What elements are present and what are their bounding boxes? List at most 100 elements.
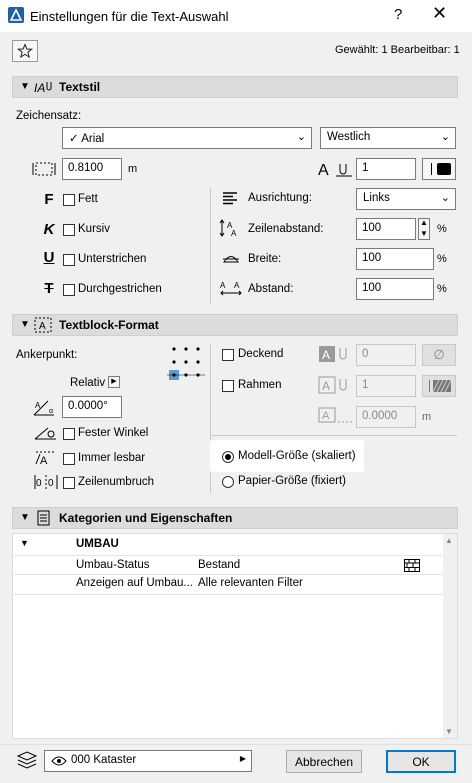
property-value: Bestand xyxy=(198,559,241,571)
svg-text:IA: IA xyxy=(34,81,45,95)
align-left-icon xyxy=(223,192,237,205)
svg-text:A: A xyxy=(231,229,237,237)
unterstrichen-checkbox[interactable] xyxy=(63,254,75,266)
scroll-down-icon: ▼ xyxy=(445,727,453,736)
svg-text:A: A xyxy=(318,162,329,178)
percent-unit: % xyxy=(437,223,447,235)
relativ-menu-button[interactable]: ▶ xyxy=(108,376,120,388)
ausrichtung-value: Links xyxy=(363,192,390,204)
text-style-icon: IA xyxy=(34,81,52,95)
ok-button[interactable]: OK xyxy=(386,750,456,773)
empty-set-icon: ∅ xyxy=(433,347,445,362)
help-button[interactable]: ? xyxy=(394,6,402,23)
section-title: Kategorien und Eigenschaften xyxy=(59,511,233,525)
pen-color-swatch[interactable] xyxy=(422,158,456,180)
relativ-label: Relativ xyxy=(70,377,106,389)
underline-icon: U xyxy=(43,249,55,266)
angle-input[interactable]: 0.0000° xyxy=(62,396,122,418)
tree-row[interactable]: Umbau-Status Bestand xyxy=(14,555,442,575)
modell-groesse-radio[interactable] xyxy=(222,451,234,463)
layers-icon xyxy=(16,751,38,769)
papier-groesse-radio[interactable] xyxy=(222,476,234,488)
close-button[interactable]: ✕ xyxy=(432,3,447,24)
script-select[interactable]: Westlich ⌄ xyxy=(320,127,456,149)
svg-text:A: A xyxy=(322,348,330,362)
cancel-button[interactable]: Abbrechen xyxy=(286,750,362,773)
font-select[interactable]: ✓ Arial ⌄ xyxy=(62,127,312,149)
fett-checkbox[interactable] xyxy=(63,194,75,206)
strikethrough-icon: T xyxy=(44,280,54,297)
frame-offset-icon: A xyxy=(318,407,352,423)
kursiv-checkbox[interactable] xyxy=(63,224,75,236)
section-textstil[interactable]: ▼ IA Textstil xyxy=(12,76,458,98)
footer-divider xyxy=(0,744,472,745)
word-wrap-icon: 00 xyxy=(34,475,58,489)
text-size-unit: m xyxy=(128,163,138,175)
zeilenumbruch-label: Zeilenumbruch xyxy=(78,476,155,488)
abstand-input[interactable]: 100 xyxy=(356,278,434,300)
fill-pen-icon: A xyxy=(319,346,347,362)
favorites-button[interactable] xyxy=(12,40,38,62)
archicad-app-icon xyxy=(8,7,24,23)
abstand-label: Abstand: xyxy=(248,283,294,295)
frame-pattern-button[interactable] xyxy=(422,375,456,397)
frame-offset-input[interactable]: 0.0000 xyxy=(356,406,416,428)
breite-label: Breite: xyxy=(248,253,282,265)
ausrichtung-select[interactable]: Links ⌄ xyxy=(356,188,456,210)
zeilenabstand-input[interactable]: 100 xyxy=(356,218,416,240)
tree-scrollbar[interactable]: ▲ ▼ xyxy=(443,534,457,738)
property-name: Umbau-Status xyxy=(76,559,150,571)
anchor-point-grid[interactable] xyxy=(166,345,206,381)
svg-text:α: α xyxy=(49,408,53,415)
section-textblock-format[interactable]: ▼ A Textblock-Format xyxy=(12,314,458,336)
zeilenabstand-label: Zeilenabstand: xyxy=(248,223,324,235)
percent-unit: % xyxy=(437,283,447,295)
window-title: Einstellungen für die Text-Auswahl xyxy=(30,9,229,24)
eye-icon xyxy=(51,756,67,766)
horizontal-divider xyxy=(211,435,457,436)
hatch-pattern-icon xyxy=(429,380,451,392)
breite-input[interactable]: 100 xyxy=(356,248,434,270)
immer-lesbar-label: Immer lesbar xyxy=(78,452,146,464)
fester-winkel-checkbox[interactable] xyxy=(63,428,75,440)
pen-input[interactable]: 1 xyxy=(356,158,416,180)
chevron-down-icon: ⌄ xyxy=(296,131,306,143)
svg-text:A: A xyxy=(220,281,226,290)
deckend-label: Deckend xyxy=(238,348,284,360)
rahmen-pen-input[interactable]: 1 xyxy=(356,375,416,397)
collapse-triangle-icon: ▼ xyxy=(20,319,30,330)
deckend-pen-input[interactable]: 0 xyxy=(356,344,416,366)
fill-pattern-button[interactable]: ∅ xyxy=(422,344,456,366)
tree-group-row[interactable]: ▼ UMBAU xyxy=(14,535,442,555)
pen-color-icon: A xyxy=(318,162,352,178)
unterstrichen-label: Unterstrichen xyxy=(78,253,147,265)
kursiv-label: Kursiv xyxy=(78,223,110,235)
tree-group-label: UMBAU xyxy=(76,538,119,550)
script-value: Westlich xyxy=(327,131,371,143)
tree-row[interactable]: Anzeigen auf Umbau... Alle relevanten Fi… xyxy=(14,575,442,595)
spacing-icon: AA xyxy=(220,281,242,296)
bold-icon: F xyxy=(44,191,54,208)
vertical-divider xyxy=(210,188,211,303)
rahmen-checkbox[interactable] xyxy=(222,380,234,392)
svg-text:A: A xyxy=(40,455,48,466)
chevron-down-icon: ⌄ xyxy=(440,131,450,143)
immer-lesbar-checkbox[interactable] xyxy=(63,453,75,465)
text-size-input[interactable]: 0.8100 xyxy=(62,158,122,180)
frame-pen-icon: A xyxy=(318,376,347,394)
section-title: Textstil xyxy=(59,80,101,94)
play-arrow-icon: ▶ xyxy=(239,754,246,763)
section-title: Textblock-Format xyxy=(59,318,159,332)
property-name: Anzeigen auf Umbau... xyxy=(76,577,193,589)
section-kategorien[interactable]: ▼ Kategorien und Eigenschaften xyxy=(12,507,458,529)
durchgestrichen-checkbox[interactable] xyxy=(63,284,75,296)
zeilenabstand-stepper[interactable]: ▲ ▼ xyxy=(418,218,430,240)
layer-select[interactable]: 000 Kataster ▶ xyxy=(44,750,252,772)
collapse-triangle-icon: ▼ xyxy=(20,81,30,92)
deckend-checkbox[interactable] xyxy=(222,349,234,361)
percent-unit: % xyxy=(437,253,447,265)
svg-text:0: 0 xyxy=(36,478,42,489)
svg-text:A: A xyxy=(35,401,41,410)
zeilenumbruch-checkbox[interactable] xyxy=(63,477,75,489)
ankerpunkt-label: Ankerpunkt: xyxy=(16,349,78,361)
